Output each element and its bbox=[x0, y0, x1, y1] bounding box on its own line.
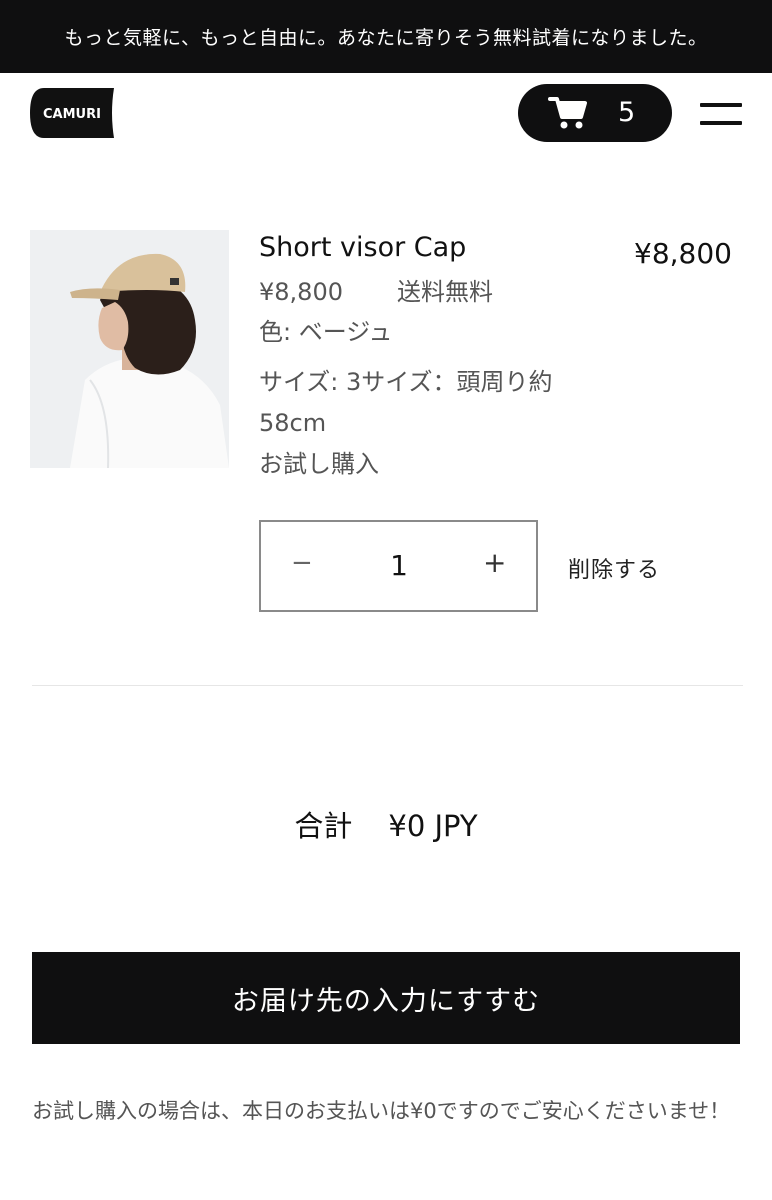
quantity-decrease-button[interactable]: − bbox=[291, 548, 313, 578]
camuri-logo[interactable]: CAMURI bbox=[30, 85, 116, 141]
checkout-button[interactable]: お届け先の入力にすすむ bbox=[32, 952, 740, 1044]
menu-line bbox=[700, 103, 742, 107]
svg-text:CAMURI: CAMURI bbox=[43, 107, 101, 122]
purchase-plan: お試し購入 bbox=[259, 450, 379, 478]
unit-price-row: ¥8,800 送料無料 bbox=[259, 272, 493, 307]
quantity-stepper: − 1 + bbox=[259, 520, 538, 612]
announcement-text: もっと気軽に、もっと自由に。あなたに寄りそう無料試着になりました。 bbox=[64, 27, 708, 49]
site-header: CAMURI 5 bbox=[0, 73, 772, 163]
shipping-label: 送料無料 bbox=[396, 278, 493, 306]
cart-icon bbox=[548, 97, 587, 129]
trial-purchase-note: お試し購入の場合は、本日のお支払いは¥0ですのでご安心くださいませ！ bbox=[32, 1099, 731, 1123]
total-value: ¥0 JPY bbox=[388, 809, 478, 843]
product-image[interactable] bbox=[30, 230, 229, 468]
hamburger-menu-icon[interactable] bbox=[700, 103, 742, 125]
cart-button[interactable]: 5 bbox=[518, 84, 672, 142]
remove-item-link[interactable]: 削除する bbox=[568, 552, 660, 584]
unit-price: ¥8,800 bbox=[259, 278, 343, 306]
cart-page: もっと気軽に、もっと自由に。あなたに寄りそう無料試着になりました。 CAMURI… bbox=[0, 0, 772, 1200]
product-name[interactable]: Short visor Cap bbox=[259, 232, 466, 263]
announcement-bar: もっと気軽に、もっと自由に。あなたに寄りそう無料試着になりました。 bbox=[0, 0, 772, 73]
menu-line bbox=[700, 121, 742, 125]
cart-total: 合計 ¥0 JPY bbox=[0, 803, 772, 845]
divider bbox=[32, 685, 743, 686]
quantity-value[interactable]: 1 bbox=[387, 549, 411, 582]
product-photo bbox=[30, 230, 229, 468]
total-label: 合計 bbox=[294, 809, 353, 843]
variant-size: サイズ: 3サイズ：頭周り約58cm bbox=[259, 368, 553, 437]
variant-color: 色: ベージュ bbox=[259, 318, 393, 346]
line-item-price: ¥8,800 bbox=[634, 237, 732, 270]
quantity-increase-button[interactable]: + bbox=[483, 546, 506, 579]
cart-count: 5 bbox=[618, 97, 636, 128]
